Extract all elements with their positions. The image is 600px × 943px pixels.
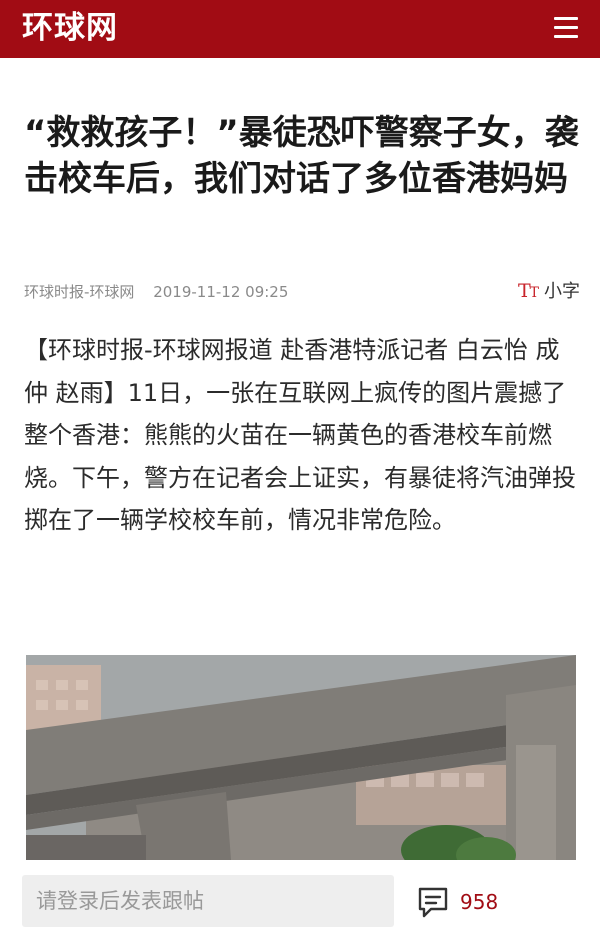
top-header: 环球网 [0, 0, 600, 58]
font-size-label: 小字 [544, 281, 580, 302]
text-size-icon: TT [517, 280, 539, 302]
overpass-photo-illustration [26, 655, 576, 860]
comment-input[interactable]: 请登录后发表跟帖 [22, 875, 394, 927]
hamburger-menu-icon[interactable] [554, 17, 578, 39]
comment-icon [418, 887, 448, 918]
article-paragraph: 【环球时报-环球网报道 赴香港特派记者 白云怡 成仲 赵雨】11日，一张在互联网… [24, 336, 576, 534]
article-title: “救救孩子！”暴徒恐吓警察子女，袭击校车后，我们对话了多位香港妈妈 [24, 113, 579, 199]
bottom-comment-bar: 请登录后发表跟帖 958 [0, 860, 600, 943]
comment-count: 958 [460, 890, 499, 914]
article-datetime: 2019-11-12 09:25 [153, 283, 289, 301]
site-logo[interactable]: 环球网 [22, 8, 118, 48]
article-photo [26, 655, 576, 860]
article-source: 环球时报-环球网 [24, 283, 135, 301]
comment-count-button[interactable]: 958 [416, 882, 498, 922]
font-size-toggle[interactable]: TT 小字 [517, 280, 580, 303]
article-meta: 环球时报-环球网 2019-11-12 09:25 TT 小字 [24, 280, 580, 303]
